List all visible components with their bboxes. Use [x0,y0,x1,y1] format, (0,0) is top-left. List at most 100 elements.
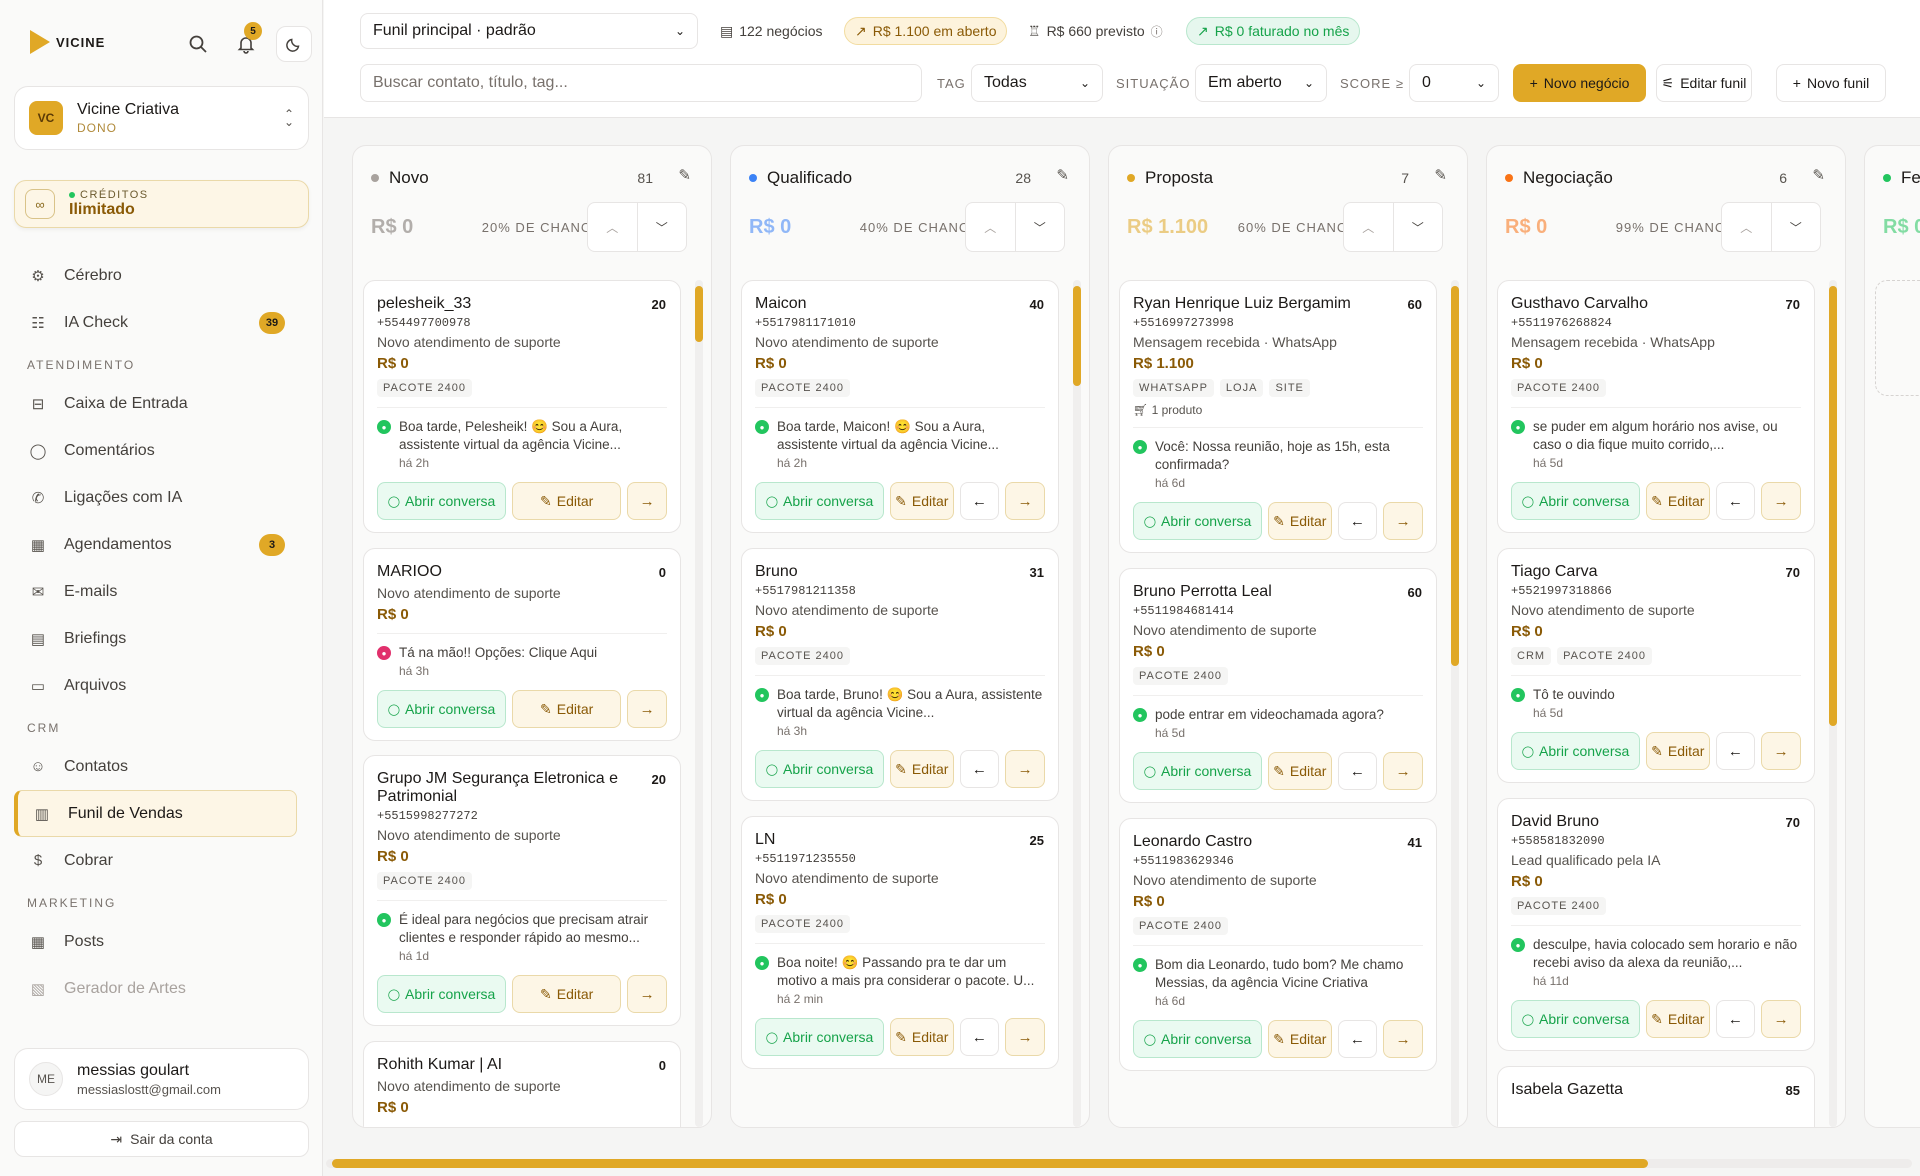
move-forward-button[interactable]: → [627,690,667,728]
search-icon[interactable] [180,26,216,62]
move-back-button[interactable]: ← [1715,1000,1756,1038]
move-back-button[interactable]: ← [1715,732,1756,770]
move-back-button[interactable]: ← [1715,482,1756,520]
move-back-button[interactable]: ← [959,482,1000,520]
new-deal-button[interactable]: + Novo negócio [1513,64,1646,102]
edit-deal-button[interactable]: ✎ Editar [1268,1020,1332,1058]
nav-item-emails[interactable]: ✉ E-mails [14,568,309,615]
deal-card[interactable]: Maicon 40 +5517981171010 Novo atendimento d… [741,280,1059,533]
logout-button[interactable]: ⇥ Sair da conta [14,1121,309,1157]
horizontal-scroll-thumb[interactable] [332,1159,1648,1168]
move-forward-button[interactable]: → [1005,1018,1045,1056]
chevron-down-icon[interactable]: ﹀ [1770,203,1821,251]
vertical-scroll-thumb[interactable] [695,286,703,342]
deal-card[interactable]: Isabela Gazetta 85 [1497,1066,1815,1127]
edit-deal-button[interactable]: ✎ Editar [512,482,622,520]
nav-item-posts[interactable]: ▦ Posts [14,918,309,965]
deal-card[interactable]: Grupo JM Segurança Eletronica e Patrimon… [363,755,681,1026]
edit-deal-button[interactable]: ✎ Editar [1646,1000,1710,1038]
tag-filter-select[interactable]: Todas ⌄ [971,64,1103,102]
deal-card[interactable]: Rohith Kumar | AI 0 Novo atendimento de su… [363,1041,681,1127]
move-forward-button[interactable]: → [1761,732,1801,770]
open-conversation-button[interactable]: ◯ Abrir conversa [377,482,507,520]
nav-item-caixa[interactable]: ⊟ Caixa de Entrada [14,380,309,427]
new-funnel-button[interactable]: + Novo funil [1776,64,1886,102]
move-back-button[interactable]: ← [959,1018,1000,1056]
deal-card[interactable]: pelesheik_33 20 +554497700978 Novo atendime… [363,280,681,533]
nav-item-funil-de-vendas[interactable]: ▥ Funil de Vendas [14,790,297,837]
nav-item-ia-check[interactable]: ☷ IA Check 39 [14,299,309,346]
vertical-scroll-thumb[interactable] [1073,286,1081,386]
nav-item-cobrar[interactable]: $ Cobrar [14,837,309,884]
deal-card[interactable]: Bruno 31 +5517981211358 Novo atendimento de… [741,548,1059,801]
vertical-scrollbar[interactable] [1829,280,1837,1127]
move-back-button[interactable]: ← [959,750,1000,788]
open-conversation-button[interactable]: ◯ Abrir conversa [755,1018,885,1056]
nav-item-agendamentos[interactable]: ▦ Agendamentos 3 [14,521,309,568]
edit-deal-button[interactable]: ✎ Editar [1646,732,1710,770]
horizontal-scrollbar[interactable] [326,1159,1912,1168]
open-conversation-button[interactable]: ◯ Abrir conversa [755,750,885,788]
edit-deal-button[interactable]: ✎ Editar [1646,482,1710,520]
search-input[interactable]: Buscar contato, título, tag... [360,64,922,102]
move-back-button[interactable]: ← [1337,1020,1378,1058]
nav-item-briefings[interactable]: ▤ Briefings [14,615,309,662]
move-forward-button[interactable]: → [1383,1020,1423,1058]
edit-deal-button[interactable]: ✎ Editar [512,975,622,1013]
vertical-scroll-thumb[interactable] [1451,286,1459,666]
pencil-icon[interactable]: ✎ [1434,166,1447,184]
nav-item-comentarios[interactable]: ◯ Comentários [14,427,309,474]
edit-deal-button[interactable]: ✎ Editar [890,750,954,788]
move-forward-button[interactable]: → [627,482,667,520]
open-conversation-button[interactable]: ◯ Abrir conversa [1133,752,1263,790]
move-forward-button[interactable]: → [1383,752,1423,790]
vertical-scrollbar[interactable] [1451,280,1459,1127]
deal-card[interactable]: Bruno Perrotta Leal 60 +5511984681414 Novo … [1119,568,1437,803]
open-conversation-button[interactable]: ◯ Abrir conversa [1133,502,1263,540]
nav-item-ligacoes[interactable]: ✆ Ligações com IA [14,474,309,521]
score-filter-select[interactable]: 0 ⌄ [1409,64,1499,102]
open-conversation-button[interactable]: ◯ Abrir conversa [1133,1020,1263,1058]
chevron-up-icon[interactable]: ︿ [966,203,1015,251]
move-forward-button[interactable]: → [627,975,667,1013]
nav-item-gerador-de-artes[interactable]: ▧ Gerador de Artes [14,965,309,1012]
move-forward-button[interactable]: → [1383,502,1423,540]
pencil-icon[interactable]: ✎ [1812,166,1825,184]
nav-item-cerebro[interactable]: ⚙ Cérebro [14,252,309,299]
open-conversation-button[interactable]: ◯ Abrir conversa [377,690,507,728]
move-forward-button[interactable]: → [1005,482,1045,520]
chevron-up-icon[interactable]: ︿ [588,203,637,251]
deal-card[interactable]: David Bruno 70 +558581832090 Lead qualifica… [1497,798,1815,1051]
organization-switcher[interactable]: VC Vicine Criativa DONO ⌃ ⌄ [14,86,309,150]
move-back-button[interactable]: ← [1337,502,1378,540]
open-conversation-button[interactable]: ◯ Abrir conversa [755,482,885,520]
deal-card[interactable]: Leonardo Castro 41 +5511983629346 Novo aten… [1119,818,1437,1071]
user-card[interactable]: ME messias goulart messiaslostt@gmail.co… [14,1048,309,1110]
edit-deal-button[interactable]: ✎ Editar [512,690,622,728]
edit-deal-button[interactable]: ✎ Editar [890,1018,954,1056]
help-circle-icon[interactable]: ⓘ [1151,23,1163,40]
move-back-button[interactable]: ← [1337,752,1378,790]
deal-card[interactable]: Tiago Carva 70 +5521997318866 Novo atendime… [1497,548,1815,783]
notifications-bell-icon[interactable]: 5 [228,22,264,62]
open-conversation-button[interactable]: ◯ Abrir conversa [1511,732,1641,770]
edit-deal-button[interactable]: ✎ Editar [1268,752,1332,790]
open-conversation-button[interactable]: ◯ Abrir conversa [377,975,507,1013]
situation-filter-select[interactable]: Em aberto ⌄ [1195,64,1327,102]
open-conversation-button[interactable]: ◯ Abrir conversa [1511,482,1641,520]
app-logo[interactable]: VICINE [30,30,105,54]
nav-item-contatos[interactable]: ☺ Contatos [14,743,309,790]
chevron-up-icon[interactable]: ︿ [1344,203,1393,251]
vertical-scroll-thumb[interactable] [1829,286,1837,726]
open-conversation-button[interactable]: ◯ Abrir conversa [1511,1000,1641,1038]
chevron-down-icon[interactable]: ﹀ [1392,203,1443,251]
edit-deal-button[interactable]: ✎ Editar [1268,502,1332,540]
nav-item-arquivos[interactable]: ▭ Arquivos [14,662,309,709]
deal-card[interactable]: Gusthavo Carvalho 70 +5511976268824 Mensage… [1497,280,1815,533]
chevron-down-icon[interactable]: ﹀ [1014,203,1065,251]
deal-card[interactable]: LN 25 +5511971235550 Novo atendimento de su… [741,816,1059,1069]
edit-deal-button[interactable]: ✎ Editar [890,482,954,520]
deal-card[interactable]: Ryan Henrique Luiz Bergamim 60 +5516997273… [1119,280,1437,553]
vertical-scrollbar[interactable] [695,280,703,1127]
funnel-select[interactable]: Funil principal · padrão ⌄ [360,13,698,49]
